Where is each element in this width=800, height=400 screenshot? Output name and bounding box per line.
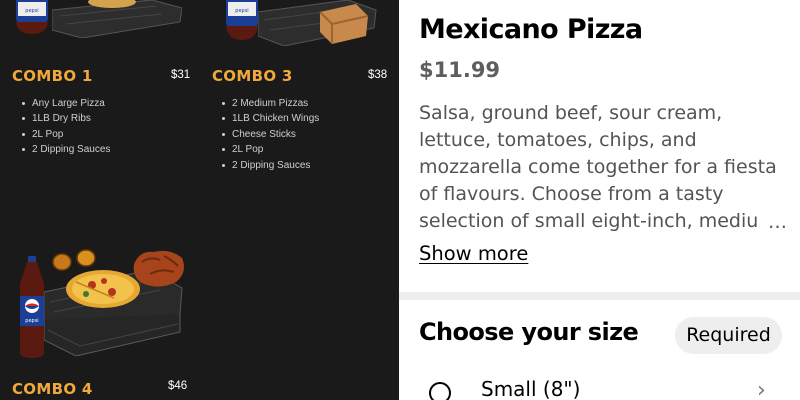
combo-1-title: COMBO 1 (12, 67, 93, 85)
svg-text:pepsi: pepsi (25, 318, 38, 324)
takeout-box-icon (319, 4, 369, 44)
show-more-link[interactable]: Show more (419, 242, 528, 265)
combo-3-items: 2 Medium Pizzas 1LB Chicken Wings Cheese… (221, 96, 319, 173)
list-item: 1LB Dry Ribs (21, 111, 110, 126)
item-title: Mexicano Pizza (419, 14, 643, 45)
svg-text:pepsi: pepsi (235, 8, 248, 14)
required-badge: Required (675, 317, 782, 354)
pop-bottle-icon: pepsi (226, 0, 258, 40)
list-item: 2L Pop (21, 127, 110, 142)
combo-4-title: COMBO 4 (12, 380, 93, 398)
combo-3-title: COMBO 3 (212, 67, 293, 85)
list-item: 2 Dipping Sauces (21, 142, 110, 157)
size-option-label[interactable]: Small (8") (481, 377, 580, 400)
combo-1-items: Any Large Pizza 1LB Dry Ribs 2L Pop 2 Di… (21, 96, 110, 158)
list-item: 2 Medium Pizzas (221, 96, 319, 111)
pizza-box-icon (52, 0, 182, 38)
list-item: Cheese Sticks (221, 127, 319, 142)
item-price: $11.99 (419, 58, 501, 82)
combo-3-price: $38 (368, 69, 388, 81)
list-item: 2 Dipping Sauces (221, 158, 319, 173)
list-item: Any Large Pizza (21, 96, 110, 111)
combo-4-price: $46 (168, 380, 188, 392)
section-divider (399, 292, 800, 300)
chevron-right-icon: › (757, 378, 766, 400)
pop-bottle-icon: pepsi (20, 256, 44, 358)
chicken-wings-icon (133, 250, 184, 287)
pop-bottle-icon: pepsi (16, 0, 48, 34)
list-item: 2L Pop (221, 142, 319, 157)
svg-text:pepsi: pepsi (25, 8, 38, 14)
menu-image: pepsi pepsi COMBO 1 $31 Any Large Pizza … (0, 0, 399, 400)
item-detail-panel: Mexicano Pizza $11.99 Salsa, ground beef… (399, 0, 800, 400)
size-section-title: Choose your size (419, 318, 639, 346)
list-item: 1LB Chicken Wings (221, 111, 319, 126)
combo-1-price: $31 (171, 69, 191, 81)
item-description: Salsa, ground beef, sour cream, lettuce,… (419, 100, 787, 236)
size-option-radio[interactable] (429, 382, 451, 400)
dipping-sauce-icon (52, 249, 96, 271)
